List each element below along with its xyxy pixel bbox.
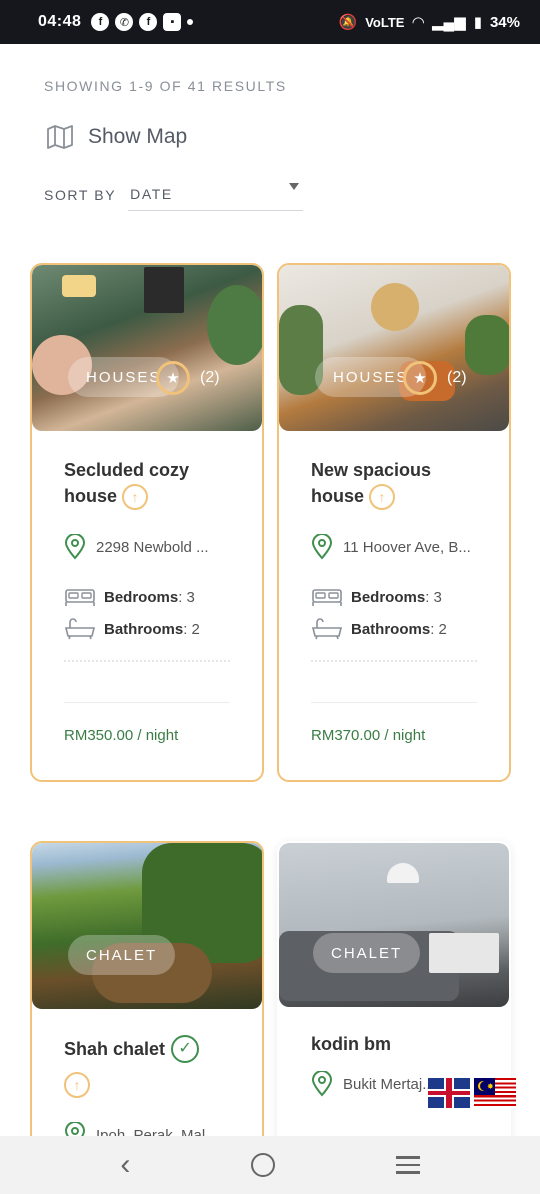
more-notifications-dot — [187, 19, 194, 25]
location-pin-icon — [64, 534, 86, 560]
facebook-icon: f — [91, 13, 110, 31]
sort-select[interactable]: DATE — [128, 178, 304, 211]
star-icon: ★ — [403, 361, 437, 395]
battery-icon: ▮ — [473, 14, 482, 31]
sort-label: SORT BY — [44, 186, 117, 203]
bedrooms-label: Bedrooms — [351, 588, 426, 606]
results-count: SHOWING 1-9 OF 41 RESULTS — [44, 78, 287, 94]
status-right: 🔕 VoLTE ◠ ▂▄▆ ▮ 34% — [338, 13, 520, 32]
arrow-up-icon: ↑ — [369, 484, 396, 511]
map-icon — [47, 125, 73, 149]
rating-count: (2) — [200, 369, 220, 386]
bed-icon — [65, 589, 95, 607]
divider — [64, 702, 230, 704]
arrow-up-icon: ↑ — [64, 1072, 90, 1099]
listing-image[interactable]: CHALET — [32, 843, 262, 1009]
bathrooms-value: : 2 — [183, 620, 200, 638]
listing-card[interactable]: HOUSES ★ (2) New spacious house ↑ 11 Hoo… — [277, 263, 511, 782]
listing-title[interactable]: Secluded cozy house ↑ — [64, 457, 230, 511]
listing-price: RM350.00 / night — [64, 727, 179, 745]
bedrooms-row: Bedrooms: 3 — [64, 586, 230, 608]
location-pin-icon — [311, 534, 333, 560]
bathrooms-label: Bathrooms — [104, 620, 184, 638]
system-nav-bar: ‹ — [0, 1136, 540, 1194]
sort-row: SORT BY DATE — [44, 178, 304, 211]
notification-icons: f ✆ f ▪ — [91, 13, 194, 31]
divider — [311, 702, 477, 704]
home-icon[interactable] — [250, 1153, 275, 1177]
address-text: 2298 Newbold ... — [96, 538, 209, 556]
listing-card[interactable]: HOUSES ★ (2) Secluded cozy house ↑ 2298 … — [30, 263, 264, 782]
divider — [311, 660, 477, 663]
address-text: 11 Hoover Ave, B... — [343, 538, 471, 556]
language-switcher: ✸ — [428, 1078, 516, 1108]
listing-card[interactable]: CHALET Shah chalet ✓ ↑ Ipoh, Perak, Mal.… — [30, 841, 264, 1161]
wifi-icon: ◠ — [412, 14, 424, 31]
signal-icon: ▂▄▆ — [432, 14, 466, 31]
listing-card[interactable]: CHALET kodin bm Bukit Mertaj... — [277, 841, 511, 1161]
mute-icon: 🔕 — [338, 14, 358, 31]
listing-title[interactable]: New spacious house ↑ — [311, 457, 477, 511]
recents-icon[interactable] — [395, 1156, 420, 1174]
bathtub-icon — [64, 618, 96, 640]
listing-title-text: Shah chalet — [64, 1039, 166, 1059]
chevron-down-icon — [289, 183, 300, 190]
bathrooms-row: Bathrooms: 2 — [311, 618, 477, 640]
rating: ★ (2) — [156, 361, 220, 395]
uk-flag-icon[interactable] — [428, 1078, 470, 1108]
listing-title[interactable]: kodin bm — [311, 1031, 477, 1057]
show-map-label: Show Map — [88, 125, 188, 148]
listing-image[interactable]: HOUSES ★ (2) — [279, 265, 509, 431]
category-pill[interactable]: CHALET — [68, 935, 176, 975]
battery-percent: 34% — [489, 13, 520, 31]
whatsapp-icon: ✆ — [115, 13, 134, 31]
bedrooms-value: : 3 — [178, 588, 195, 606]
volte-icon: VoLTE — [365, 14, 405, 30]
address-row: 2298 Newbold ... — [64, 534, 230, 560]
address-text: Bukit Mertaj... — [343, 1075, 435, 1093]
status-time: 04:48 — [38, 13, 82, 30]
bedrooms-value: : 3 — [425, 588, 442, 606]
bathrooms-row: Bathrooms: 2 — [64, 618, 230, 640]
address-row: 11 Hoover Ave, B... — [311, 534, 477, 560]
bathrooms-value: : 2 — [430, 620, 447, 638]
bedrooms-row: Bedrooms: 3 — [311, 586, 477, 608]
divider — [64, 660, 230, 663]
bathrooms-label: Bathrooms — [351, 620, 431, 638]
verified-check-icon: ✓ — [171, 1035, 200, 1063]
rating: ★ (2) — [403, 361, 467, 395]
location-pin-icon — [311, 1071, 333, 1097]
bedrooms-label: Bedrooms — [104, 588, 179, 606]
listing-image[interactable]: CHALET — [279, 843, 509, 1007]
rating-count: (2) — [447, 369, 467, 386]
bed-icon — [312, 589, 342, 607]
listing-price: RM370.00 / night — [311, 727, 426, 745]
star-icon: ★ — [156, 361, 190, 395]
facebook-icon: f — [139, 13, 158, 31]
show-map-button[interactable]: Show Map — [46, 124, 187, 150]
listing-image[interactable]: HOUSES ★ (2) — [32, 265, 262, 431]
arrow-up-icon: ↑ — [122, 484, 149, 511]
back-icon[interactable]: ‹ — [120, 1148, 130, 1182]
listing-title[interactable]: Shah chalet ✓ ↑ — [64, 1035, 230, 1099]
sort-value: DATE — [130, 186, 173, 202]
app-icon: ▪ — [163, 13, 182, 31]
bathtub-icon — [311, 618, 343, 640]
malaysia-flag-icon[interactable]: ✸ — [474, 1078, 516, 1108]
status-bar: 04:48 f ✆ f ▪ 🔕 VoLTE ◠ ▂▄▆ ▮ 34% — [0, 0, 540, 44]
category-pill[interactable]: CHALET — [313, 933, 421, 973]
